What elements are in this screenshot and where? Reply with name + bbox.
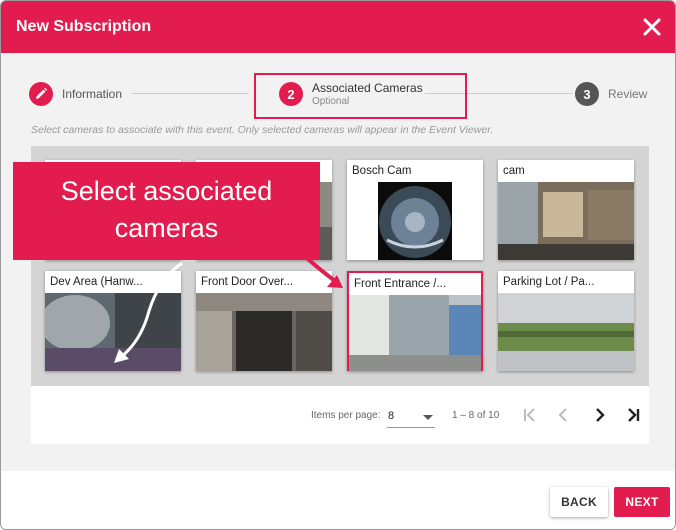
back-button[interactable]: BACK	[550, 487, 608, 517]
camera-thumbnail	[498, 293, 634, 371]
step-label: Information	[62, 87, 123, 101]
step-information[interactable]: Information	[29, 81, 122, 107]
camera-thumbnail	[498, 182, 634, 260]
callout-line-2: cameras	[114, 213, 219, 243]
camera-name: Dev Area (Hanw...	[50, 276, 143, 288]
callout-line-1: Select associated	[60, 176, 273, 206]
camera-name: cam	[503, 165, 525, 177]
dialog-footer: BACK NEXT	[1, 471, 675, 529]
camera-card[interactable]: Bosch Cam	[347, 160, 483, 260]
instruction-text: Select cameras to associate with this ev…	[31, 124, 494, 136]
items-per-page-value: 8	[388, 410, 395, 422]
camera-thumbnail	[196, 293, 332, 371]
camera-thumbnail	[349, 295, 481, 371]
items-per-page-select[interactable]: 8	[387, 406, 435, 428]
camera-name: Front Entrance /...	[354, 278, 447, 290]
previous-page-icon[interactable]	[554, 405, 574, 425]
next-page-icon[interactable]	[589, 405, 609, 425]
step-label: Review	[608, 87, 648, 101]
camera-thumbnail	[347, 182, 483, 260]
dialog-title: New Subscription	[16, 18, 152, 35]
camera-name: Front Door Over...	[201, 276, 294, 288]
camera-card-selected[interactable]: Front Entrance /...	[347, 271, 483, 371]
step-review[interactable]: 3 Review	[575, 81, 647, 107]
step-circle-3: 3	[575, 82, 599, 106]
first-page-icon[interactable]	[520, 405, 540, 425]
step-connector	[131, 93, 249, 94]
step-circle-1	[29, 82, 53, 106]
camera-card[interactable]: Parking Lot / Pa...	[498, 271, 634, 371]
page-range-label: 1 – 8 of 10	[452, 410, 500, 421]
camera-thumbnail	[45, 293, 181, 371]
next-button[interactable]: NEXT	[614, 487, 670, 517]
pagination-bar: Items per page: 8 1 – 8 of 10	[31, 386, 649, 444]
last-page-icon[interactable]	[623, 405, 643, 425]
close-icon[interactable]	[639, 14, 665, 40]
dialog: New Subscription Information 2 Associate…	[0, 0, 676, 530]
camera-card[interactable]: Dev Area (Hanw...	[45, 271, 181, 371]
camera-name: Parking Lot / Pa...	[503, 276, 595, 288]
chevron-down-icon	[423, 415, 433, 420]
camera-card[interactable]: cam	[498, 160, 634, 260]
highlight-box	[254, 73, 467, 119]
camera-card[interactable]: Front Door Over...	[196, 271, 332, 371]
pencil-icon	[36, 87, 48, 99]
annotation-callout: Select associated cameras	[13, 162, 320, 260]
items-per-page-label: Items per page:	[311, 410, 381, 421]
dialog-header: New Subscription	[1, 1, 675, 53]
camera-name: Bosch Cam	[352, 165, 412, 177]
